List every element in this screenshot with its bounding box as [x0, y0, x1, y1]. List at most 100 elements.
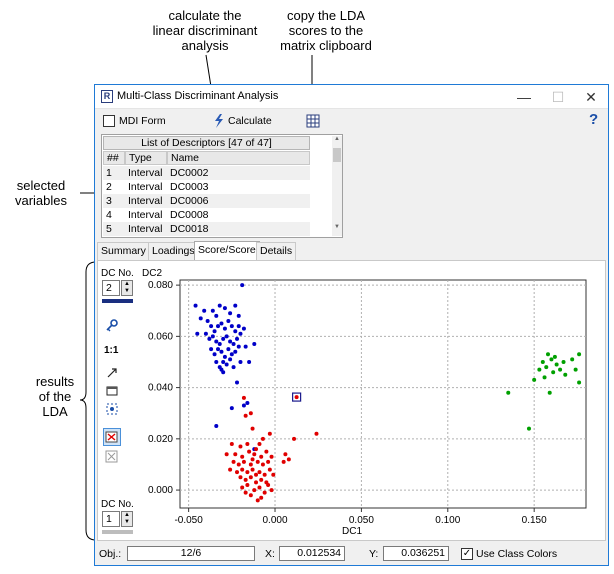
descriptor-list[interactable]: List of Descriptors [47 of 47] ## Type N… [101, 134, 343, 238]
mdi-form-checkbox[interactable] [103, 115, 115, 127]
data-point [266, 482, 271, 487]
data-point [233, 452, 238, 457]
data-point [248, 475, 253, 480]
clear-icon[interactable] [105, 450, 119, 464]
target-icon[interactable] [105, 402, 119, 416]
dc-y-indicator [102, 299, 133, 303]
data-point [245, 470, 250, 475]
scroll-thumb[interactable] [333, 148, 341, 162]
obj-field[interactable]: 12/6 [127, 546, 255, 561]
data-point [573, 367, 578, 372]
scroll-up-arrow[interactable]: ▲ [332, 136, 342, 146]
data-point [222, 306, 227, 311]
data-point [563, 372, 568, 377]
data-point [255, 459, 260, 464]
data-point [195, 331, 200, 336]
data-point [254, 447, 259, 452]
data-point [214, 424, 219, 429]
tab-loadings[interactable]: Loadings [148, 242, 199, 260]
data-point [262, 472, 267, 477]
dc-y-spinner[interactable]: 2 [102, 280, 120, 296]
data-point [212, 329, 217, 334]
data-point [241, 403, 246, 408]
data-point [257, 470, 262, 475]
y-axis-label: DC2 [142, 268, 162, 279]
data-point [214, 339, 219, 344]
data-point [243, 413, 248, 418]
data-point [228, 357, 233, 362]
data-point [248, 493, 253, 498]
expand-arrow-icon[interactable] [105, 366, 119, 380]
data-point [235, 336, 240, 341]
data-point [549, 357, 554, 362]
calculate-button[interactable]: Calculate [213, 113, 273, 129]
column-header-type[interactable]: Type [125, 151, 167, 165]
dc-y-spin-buttons[interactable]: ▲ ▼ [121, 280, 133, 296]
x-tick-label: 0.050 [349, 515, 374, 526]
dc-y-label: DC No. [101, 268, 134, 279]
data-point [250, 457, 255, 462]
data-point [577, 352, 582, 357]
descriptor-scrollbar[interactable]: ▲ ▼ [332, 136, 342, 236]
data-point [259, 495, 264, 500]
row-type: Interval [128, 223, 163, 235]
data-point [229, 406, 234, 411]
data-point [221, 336, 226, 341]
title-bar[interactable]: R Multi-Class Discriminant Analysis — ☐ … [95, 85, 608, 109]
data-point [193, 303, 198, 308]
y-tick-label: 0.040 [148, 383, 173, 394]
data-point [551, 370, 556, 375]
y-field[interactable]: 0.036251 [383, 546, 449, 561]
data-point [210, 334, 215, 339]
x-field[interactable]: 0.012534 [279, 546, 345, 561]
maximize-button[interactable]: ☐ [541, 85, 575, 109]
table-row[interactable]: 3 Interval DC0006 [103, 194, 310, 208]
y-tick-label: 0.080 [148, 280, 173, 291]
data-point [540, 359, 545, 364]
row-num: 1 [106, 167, 112, 179]
data-point [532, 377, 537, 382]
class-colors-icon[interactable] [103, 428, 121, 446]
data-point [233, 329, 238, 334]
tab-score-score[interactable]: Score/Score [194, 241, 260, 260]
table-row[interactable]: 5 Interval DC0018 [103, 222, 310, 236]
help-button[interactable]: ? [589, 111, 598, 128]
row-type: Interval [128, 181, 163, 193]
data-point [257, 485, 262, 490]
data-point [577, 380, 582, 385]
table-row[interactable]: 1 Interval DC0002 [103, 166, 310, 180]
data-point [292, 436, 297, 441]
x-label: X: [265, 548, 275, 560]
data-point [269, 488, 274, 493]
close-button[interactable]: ✕ [574, 85, 608, 109]
tab-details[interactable]: Details [256, 242, 297, 260]
data-point [231, 342, 236, 347]
dc-x-spinner[interactable]: 1 [102, 511, 120, 527]
x-axis-label: DC1 [342, 526, 362, 537]
data-point [537, 367, 542, 372]
row-type: Interval [128, 195, 163, 207]
data-point [243, 344, 248, 349]
copy-window-icon[interactable] [105, 384, 119, 398]
minimize-button[interactable]: — [507, 85, 541, 109]
use-class-colors-checkbox[interactable]: ✓ [461, 548, 473, 560]
table-row[interactable]: 4 Interval DC0008 [103, 208, 310, 222]
column-header-num[interactable]: ## [103, 151, 125, 165]
data-point [241, 326, 246, 331]
data-point [252, 342, 257, 347]
score-scatter-chart[interactable]: -0.050 0.000 0.050 0.100 0.150 0.000 0.020 0.04… [138, 265, 602, 537]
key-icon[interactable] [105, 318, 119, 332]
data-point [221, 359, 226, 364]
table-row[interactable]: 2 Interval DC0003 [103, 180, 310, 194]
scale-1-1-button[interactable]: 1:1 [104, 345, 118, 356]
data-point [544, 365, 549, 370]
data-point [570, 357, 575, 362]
data-point [238, 475, 243, 480]
dc-x-spin-buttons[interactable]: ▲ ▼ [121, 511, 133, 527]
dc-x-indicator [102, 530, 133, 534]
matrix-clipboard-icon[interactable] [306, 114, 320, 128]
data-point [202, 308, 207, 313]
tab-summary[interactable]: Summary [97, 242, 150, 260]
scroll-down-arrow[interactable]: ▼ [332, 224, 342, 234]
column-header-name[interactable]: Name [167, 151, 310, 165]
